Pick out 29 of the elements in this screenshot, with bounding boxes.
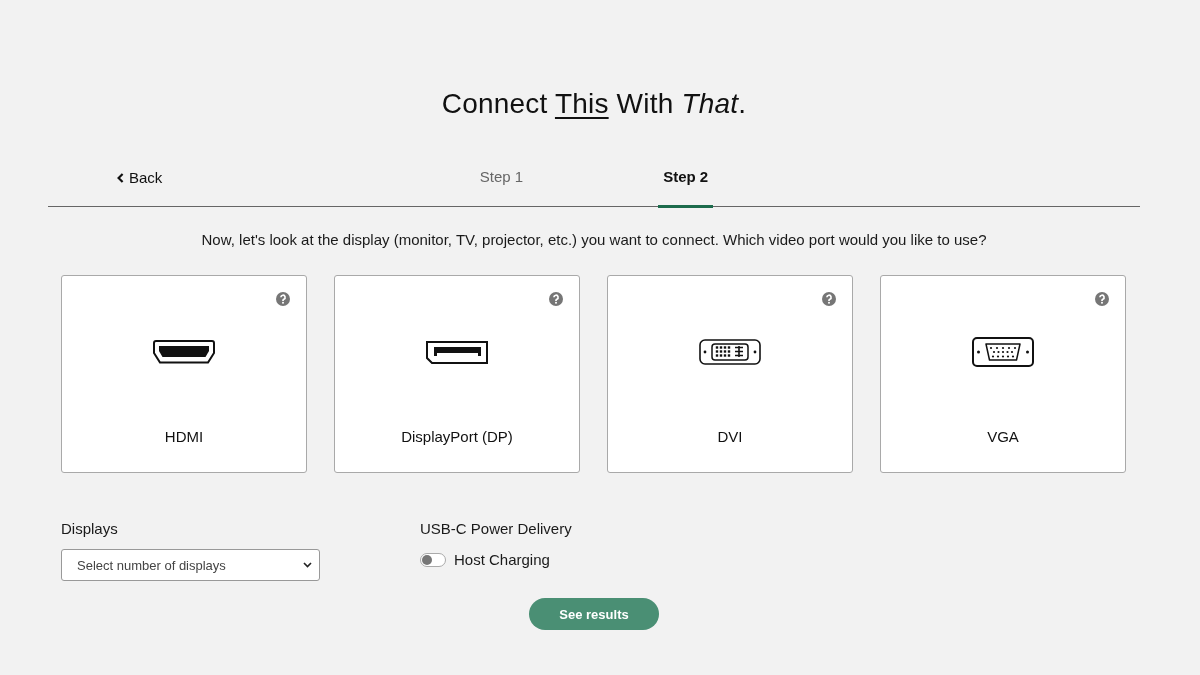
instruction-text: Now, let's look at the display (monitor, TV, projector, etc.) you want to connect. Which video port would you like to use? — [200, 230, 988, 250]
help-icon[interactable] — [276, 292, 290, 306]
help-icon[interactable] — [822, 292, 836, 306]
port-label: DisplayPort (DP) — [401, 427, 513, 447]
power-delivery-label: USB-C Power Delivery — [420, 519, 572, 539]
step-tab[interactable]: Step 1 — [474, 122, 529, 208]
port-card[interactable]: DVI — [607, 275, 853, 473]
port-label: HDMI — [164, 427, 204, 447]
hdmi-port-icon — [153, 340, 215, 364]
host-charging-label: Host Charging — [454, 550, 550, 570]
displays-select[interactable]: Select number of displays — [61, 549, 320, 581]
help-icon[interactable] — [1095, 292, 1109, 306]
chevron-down-icon — [303, 562, 312, 568]
toggle-switch[interactable] — [420, 553, 446, 567]
port-label: VGA — [987, 427, 1019, 447]
port-card[interactable]: HDMI — [61, 275, 307, 473]
port-card[interactable]: DisplayPort (DP) — [334, 275, 580, 473]
displayport-icon — [426, 340, 488, 364]
chevron-left-icon — [117, 173, 124, 183]
vga-port-icon — [972, 337, 1034, 367]
port-label: DVI — [717, 427, 743, 447]
port-card[interactable]: VGA — [880, 275, 1126, 473]
displays-label: Displays — [61, 519, 118, 539]
page-title: Connect This With That. — [440, 87, 748, 121]
back-link[interactable]: Back — [117, 168, 163, 188]
help-icon[interactable] — [549, 292, 563, 306]
step-tab[interactable]: Step 2 — [658, 122, 714, 208]
see-results-button[interactable]: See results — [529, 598, 659, 630]
dvi-port-icon — [699, 339, 761, 365]
